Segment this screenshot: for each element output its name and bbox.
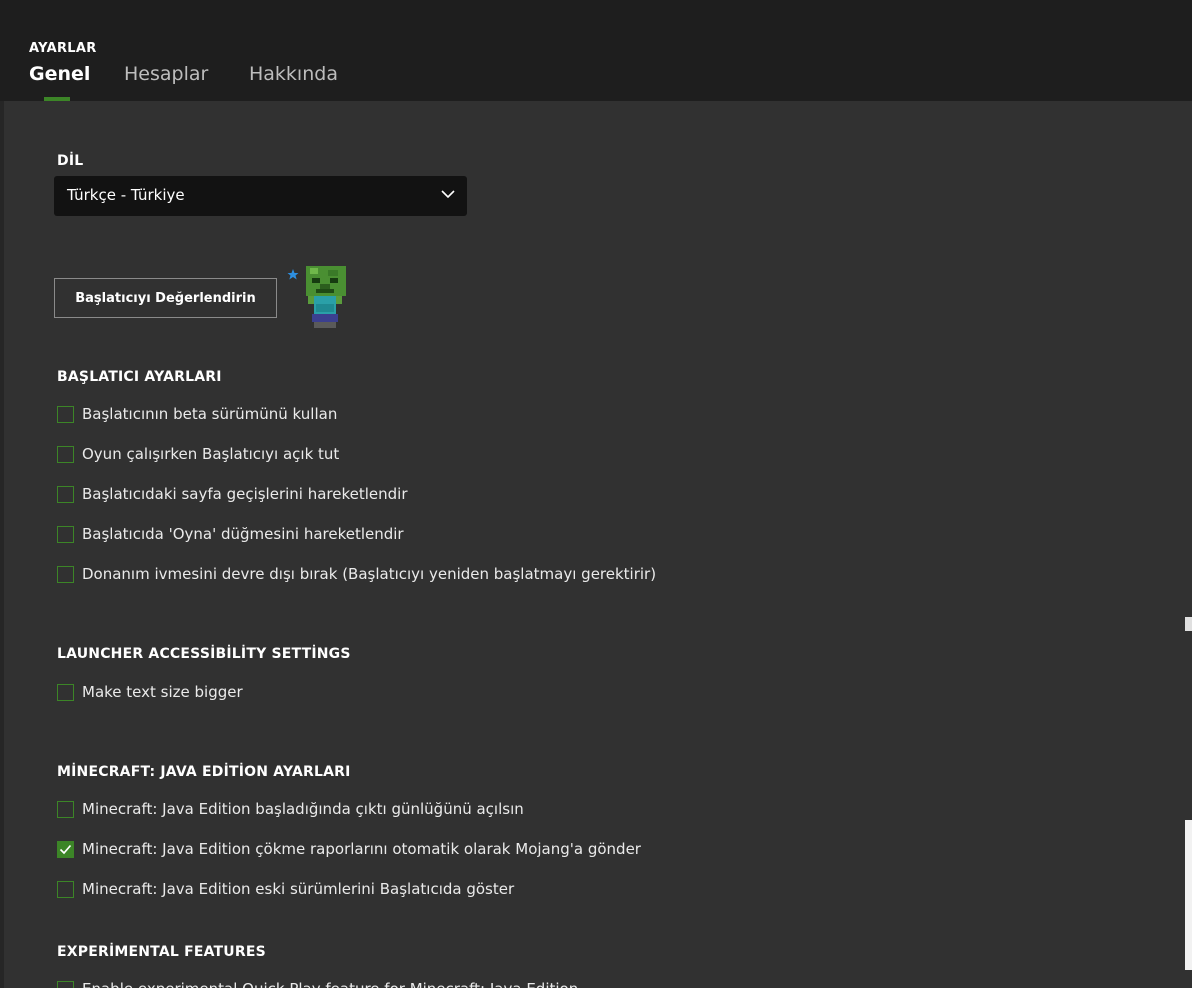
tab-about[interactable]: Hakkında (249, 63, 338, 85)
option-open-output-log[interactable]: Minecraft: Java Edition başladığında çık… (57, 798, 524, 820)
checkbox[interactable] (57, 485, 74, 503)
option-label: Enable experimental Quick Play feature f… (82, 980, 578, 988)
section-caption: AYARLAR (29, 41, 97, 56)
checkbox[interactable] (57, 525, 74, 543)
tab-general[interactable]: Genel (29, 63, 90, 85)
option-animate-play-button[interactable]: Başlatıcıda 'Oyna' düğmesini hareketlend… (57, 523, 404, 545)
accessibility-heading: LAUNCHER ACCESSİBİLİTY SETTİNGS (57, 646, 351, 662)
checkbox[interactable] (57, 800, 74, 818)
checkmark-icon (59, 844, 72, 854)
settings-header: AYARLAR Genel Hesaplar Hakkında (0, 0, 1192, 101)
checkbox-checked[interactable] (57, 840, 74, 858)
checkbox[interactable] (57, 445, 74, 463)
option-label: Başlatıcıda 'Oyna' düğmesini hareketlend… (82, 525, 404, 543)
scrollbar-edge-top (1185, 617, 1192, 631)
option-label: Minecraft: Java Edition çökme raporların… (82, 840, 641, 858)
zombie-mascot-icon (287, 266, 346, 328)
option-label: Oyun çalışırken Başlatıcıyı açık tut (82, 445, 340, 463)
option-label: Make text size bigger (82, 683, 243, 701)
option-quick-play[interactable]: Enable experimental Quick Play feature f… (57, 978, 578, 988)
checkbox[interactable] (57, 565, 74, 583)
option-beta-launcher[interactable]: Başlatıcının beta sürümünü kullan (57, 403, 337, 425)
checkbox[interactable] (57, 683, 74, 701)
option-label: Başlatıcının beta sürümünü kullan (82, 405, 338, 423)
rate-launcher-button[interactable]: Başlatıcıyı Değerlendirin (54, 278, 277, 318)
checkbox[interactable] (57, 980, 74, 988)
option-label: Minecraft: Java Edition başladığında çık… (82, 800, 524, 818)
experimental-heading: EXPERİMENTAL FEATURES (57, 944, 266, 960)
option-bigger-text[interactable]: Make text size bigger (57, 681, 243, 703)
java-settings-heading: MİNECRAFT: JAVA EDİTİON AYARLARI (57, 764, 351, 780)
option-show-historical-versions[interactable]: Minecraft: Java Edition eski sürümlerini… (57, 878, 514, 900)
scrollbar-edge-bottom (1185, 820, 1192, 970)
settings-content: DİL Türkçe - Türkiye Başlatıcıyı Değerle… (4, 101, 1192, 988)
option-animate-page-transitions[interactable]: Başlatıcıdaki sayfa geçişlerini hareketl… (57, 483, 408, 505)
option-send-crash-reports[interactable]: Minecraft: Java Edition çökme raporların… (57, 838, 641, 860)
option-label: Donanım ivmesini devre dışı bırak (Başla… (82, 565, 657, 583)
launcher-settings-heading: BAŞLATICI AYARLARI (57, 369, 222, 385)
tab-accounts[interactable]: Hesaplar (124, 63, 208, 85)
option-disable-hardware-acceleration[interactable]: Donanım ivmesini devre dışı bırak (Başla… (57, 563, 656, 585)
chevron-down-icon (441, 190, 455, 199)
option-keep-launcher-open[interactable]: Oyun çalışırken Başlatıcıyı açık tut (57, 443, 339, 465)
language-heading: DİL (57, 153, 84, 169)
option-label: Minecraft: Java Edition eski sürümlerini… (82, 880, 515, 898)
option-label: Başlatıcıdaki sayfa geçişlerini hareketl… (82, 485, 408, 503)
checkbox[interactable] (57, 405, 74, 423)
language-selected-value: Türkçe - Türkiye (67, 186, 185, 204)
language-dropdown[interactable]: Türkçe - Türkiye (54, 176, 467, 216)
checkbox[interactable] (57, 880, 74, 898)
